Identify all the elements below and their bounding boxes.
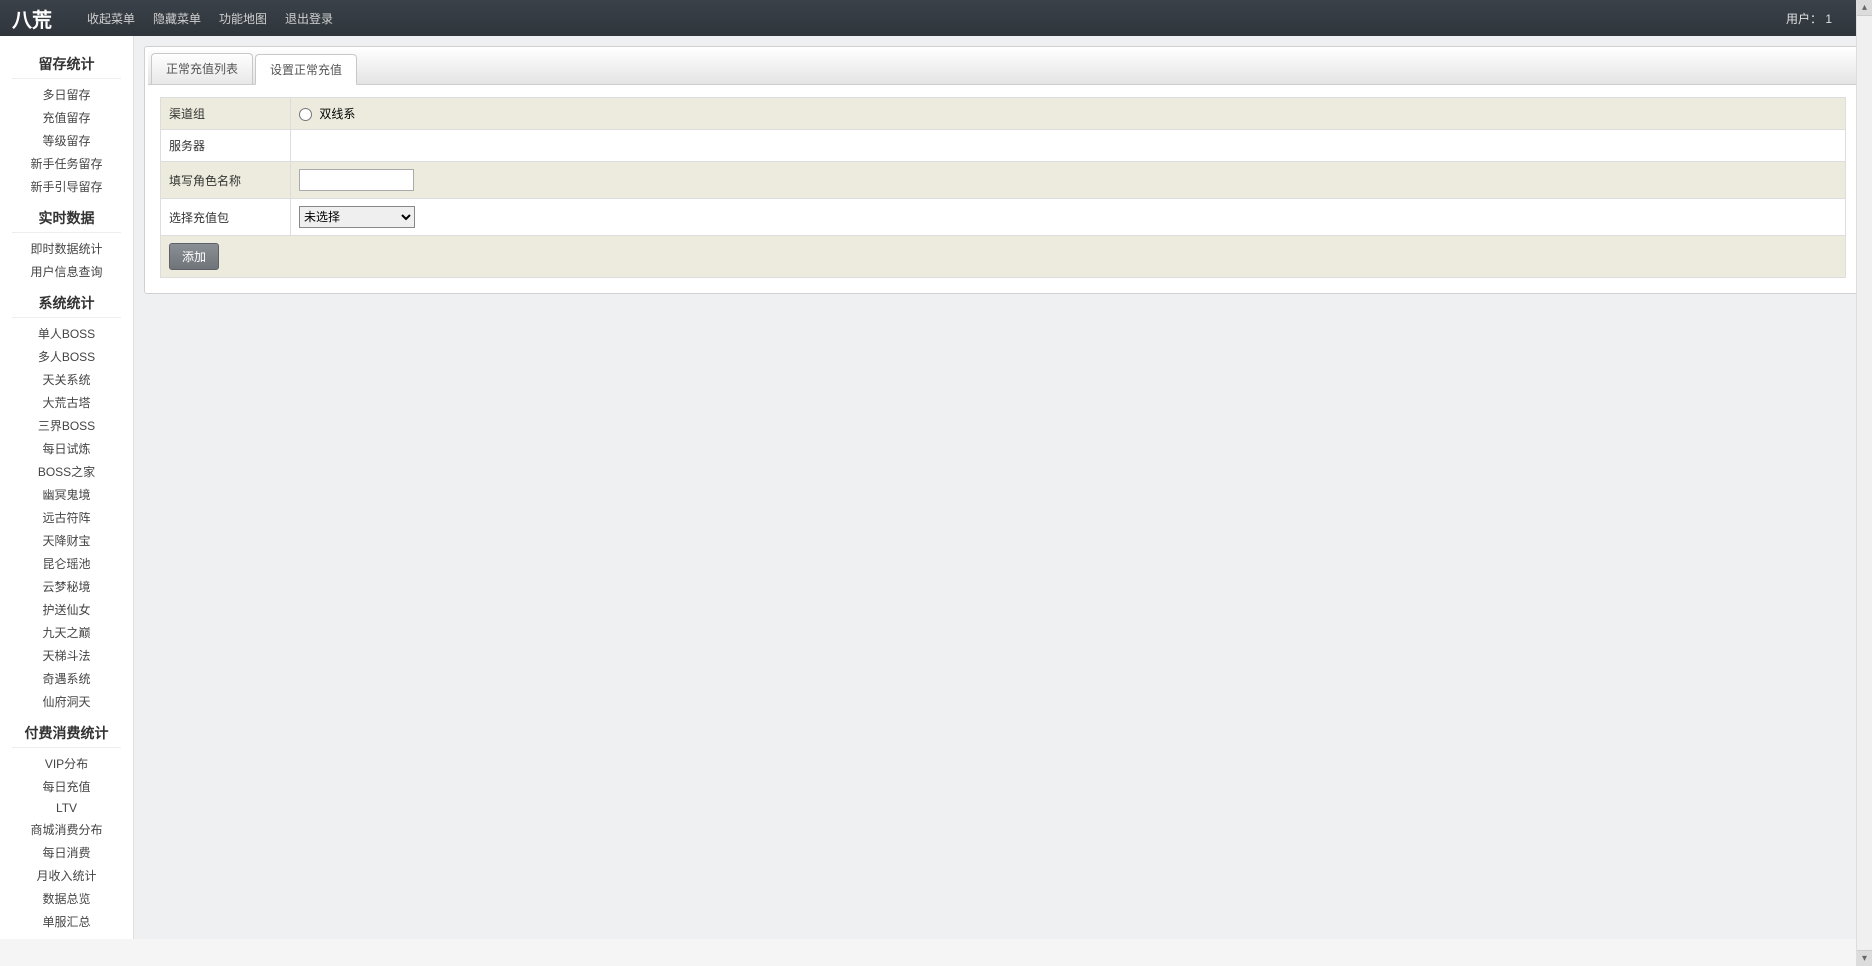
sidebar-group-title: 实时数据 — [12, 204, 121, 233]
top-nav: 收起菜单 隐藏菜单 功能地图 退出登录 — [82, 8, 338, 29]
scroll-down-icon[interactable]: ▾ — [1857, 950, 1872, 966]
main-content: 正常充值列表 设置正常充值 渠道组 双线系 服 — [134, 36, 1872, 939]
sidebar-item[interactable]: 天梯斗法 — [0, 644, 133, 667]
sidebar-item[interactable]: 昆仑瑶池 — [0, 552, 133, 575]
label-channel-group: 渠道组 — [161, 98, 291, 130]
sidebar-item[interactable]: 多人BOSS — [0, 345, 133, 368]
sidebar-item[interactable]: LTV — [0, 798, 133, 818]
sidebar-group: 系统统计单人BOSS多人BOSS天关系统大荒古塔三界BOSS每日试炼BOSS之家… — [0, 289, 133, 713]
tab-bar: 正常充值列表 设置正常充值 — [148, 50, 1858, 85]
nav-hide-menu[interactable]: 隐藏菜单 — [148, 8, 206, 29]
sidebar-item[interactable]: 商城消费分布 — [0, 818, 133, 841]
radio-dual-line-text: 双线系 — [319, 107, 355, 121]
sidebar-item[interactable]: 云梦秘境 — [0, 575, 133, 598]
nav-logout[interactable]: 退出登录 — [280, 8, 338, 29]
topbar: 八荒 收起菜单 隐藏菜单 功能地图 退出登录 用户： 1 — [0, 0, 1872, 36]
panel: 正常充值列表 设置正常充值 渠道组 双线系 服 — [144, 46, 1862, 294]
sidebar-item[interactable]: 即时数据统计 — [0, 237, 133, 260]
role-name-input[interactable] — [299, 169, 414, 191]
form-table: 渠道组 双线系 服务器 填写角色名称 — [160, 97, 1846, 278]
sidebar-item[interactable]: 数据总览 — [0, 887, 133, 910]
sidebar-item[interactable]: VIP分布 — [0, 752, 133, 775]
tab-recharge-list[interactable]: 正常充值列表 — [151, 53, 253, 84]
cell-role-name — [291, 162, 1846, 199]
sidebar-group: 实时数据即时数据统计用户信息查询 — [0, 204, 133, 283]
nav-collapse-menu[interactable]: 收起菜单 — [82, 8, 140, 29]
sidebar-item[interactable]: 每日试炼 — [0, 437, 133, 460]
nav-sitemap[interactable]: 功能地图 — [214, 8, 272, 29]
label-package: 选择充值包 — [161, 199, 291, 236]
cell-channel-group: 双线系 — [291, 98, 1846, 130]
sidebar-item[interactable]: 新手引导留存 — [0, 175, 133, 198]
vertical-scrollbar[interactable]: ▴ ▾ — [1856, 0, 1872, 966]
radio-dual-line-label[interactable]: 双线系 — [299, 107, 355, 121]
sidebar: 留存统计多日留存充值留存等级留存新手任务留存新手引导留存实时数据即时数据统计用户… — [0, 36, 134, 939]
sidebar-item[interactable]: 新手任务留存 — [0, 152, 133, 175]
add-button[interactable]: 添加 — [169, 243, 219, 270]
sidebar-item[interactable]: 每日充值 — [0, 775, 133, 798]
sidebar-item[interactable]: 单人BOSS — [0, 322, 133, 345]
sidebar-group-title: 付费消费统计 — [12, 719, 121, 748]
sidebar-group-title: 系统统计 — [12, 289, 121, 318]
sidebar-item[interactable]: 大荒古塔 — [0, 391, 133, 414]
sidebar-item[interactable]: 九天之巅 — [0, 621, 133, 644]
package-select[interactable]: 未选择 — [299, 206, 415, 228]
sidebar-item[interactable]: 充值留存 — [0, 106, 133, 129]
user-value: 1 — [1825, 12, 1832, 26]
scroll-up-icon[interactable]: ▴ — [1857, 0, 1872, 16]
sidebar-item[interactable]: 每日消费 — [0, 841, 133, 864]
label-server: 服务器 — [161, 130, 291, 162]
sidebar-group: 留存统计多日留存充值留存等级留存新手任务留存新手引导留存 — [0, 50, 133, 198]
sidebar-item[interactable]: 单服汇总 — [0, 910, 133, 933]
sidebar-item[interactable]: 奇遇系统 — [0, 667, 133, 690]
sidebar-item[interactable]: 月收入统计 — [0, 864, 133, 887]
sidebar-item[interactable]: 用户信息查询 — [0, 260, 133, 283]
sidebar-item[interactable]: 天关系统 — [0, 368, 133, 391]
cell-package: 未选择 — [291, 199, 1846, 236]
sidebar-item[interactable]: 天降财宝 — [0, 529, 133, 552]
sidebar-group: 付费消费统计 VIP分布每日充值LTV商城消费分布每日消费月收入统计数据总览单服汇… — [0, 719, 133, 933]
sidebar-item[interactable]: BOSS之家 — [0, 460, 133, 483]
sidebar-item[interactable]: 三界BOSS — [0, 414, 133, 437]
cell-server — [291, 130, 1846, 162]
user-info: 用户： 1 — [1786, 10, 1832, 27]
sidebar-item[interactable]: 远古符阵 — [0, 506, 133, 529]
panel-body: 渠道组 双线系 服务器 填写角色名称 — [148, 85, 1858, 290]
brand-logo: 八荒 — [12, 4, 52, 33]
radio-dual-line[interactable] — [299, 108, 312, 121]
cell-submit: 添加 — [161, 236, 1846, 278]
sidebar-item[interactable]: 多日留存 — [0, 83, 133, 106]
sidebar-item[interactable]: 幽冥鬼境 — [0, 483, 133, 506]
label-role-name: 填写角色名称 — [161, 162, 291, 199]
sidebar-item[interactable]: 等级留存 — [0, 129, 133, 152]
sidebar-group-title: 留存统计 — [12, 50, 121, 79]
tab-set-recharge[interactable]: 设置正常充值 — [255, 54, 357, 85]
sidebar-item[interactable]: 仙府洞天 — [0, 690, 133, 713]
user-label: 用户： — [1786, 12, 1822, 26]
sidebar-item[interactable]: 护送仙女 — [0, 598, 133, 621]
